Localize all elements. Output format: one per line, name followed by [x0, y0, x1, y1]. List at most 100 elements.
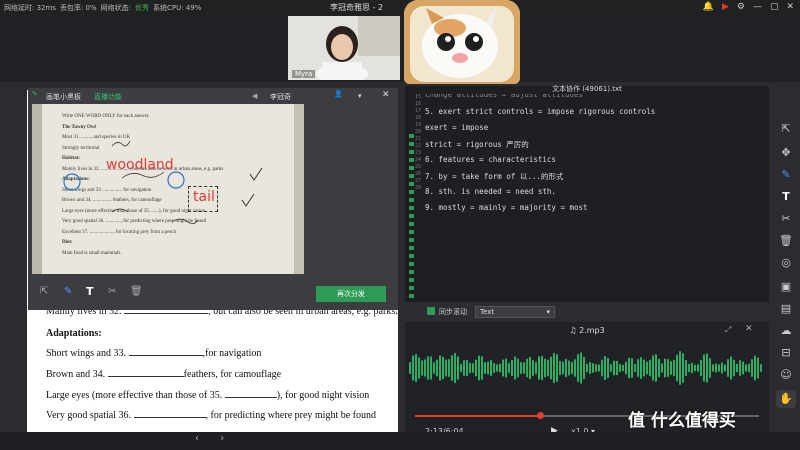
student-video[interactable]: Myra [288, 16, 400, 80]
waveform-bar [625, 361, 627, 375]
code-line[interactable]: strict = rigorous 严厉的 [425, 139, 529, 150]
next-page-button[interactable]: › [220, 433, 224, 444]
format-select-value: Text [480, 308, 495, 316]
sync-checkbox[interactable] [427, 307, 435, 315]
scissors-icon[interactable]: ✂ [108, 286, 116, 297]
answer-blank-35[interactable] [224, 397, 277, 398]
waveform-bar [694, 364, 696, 372]
dropdown-icon[interactable]: ▾ [358, 92, 362, 100]
waveform-bar [682, 353, 684, 383]
waveform-bar [478, 355, 480, 381]
close-icon[interactable]: ✕ [786, 2, 794, 13]
pen-icon[interactable]: ✎ [776, 166, 796, 184]
waveform-bar [619, 364, 621, 372]
doc-line-34: Brown and 34. feathers, for camouflage [46, 369, 281, 380]
waveform-bar [637, 359, 639, 377]
minimize-icon[interactable]: — [753, 2, 762, 13]
gear-icon[interactable]: ⚙ [737, 2, 745, 13]
waveform-bar [748, 363, 750, 373]
record-icon[interactable]: ▶ [722, 2, 729, 13]
doc-text: Large eyes (more effective than those of… [46, 390, 223, 401]
pointer-icon[interactable]: ⇱ [776, 120, 796, 138]
hand-icon[interactable]: ✋ [776, 390, 796, 408]
toolbox-icon[interactable]: ⊟ [776, 344, 796, 362]
select-tool-icon[interactable]: ⇱ [40, 286, 48, 297]
answer-blank-34[interactable] [107, 376, 184, 377]
code-line[interactable]: 7. by = take form of 以...的形式 [425, 171, 563, 182]
move-icon[interactable]: ✥ [776, 144, 796, 162]
waveform-bar [664, 358, 666, 378]
waveform-bar [640, 357, 642, 379]
close-audio-icon[interactable]: ✕ [745, 324, 753, 334]
code-line[interactable]: exert = impose [425, 123, 488, 132]
scissors-icon[interactable]: ✂ [776, 210, 796, 228]
teacher-video[interactable] [404, 0, 520, 84]
prev-page-button[interactable]: ‹ [195, 433, 199, 444]
pen-tool-icon[interactable]: ✎ [64, 286, 72, 297]
code-line[interactable]: 9. mostly = mainly = majority = most [425, 203, 588, 212]
code-line[interactable]: 8. sth. is needed = need sth. [425, 187, 556, 196]
sync-label: 同步滚动 [439, 308, 467, 316]
doc-text: Very good spatial 36. [46, 410, 131, 421]
expand-icon[interactable]: ⤢ [725, 325, 731, 335]
waveform-bar [700, 359, 702, 377]
waveform-bar [643, 359, 645, 377]
waveform-bar [622, 364, 624, 372]
doc-text: feathers, for camouflage [183, 369, 282, 380]
waveform-bar [499, 363, 501, 373]
waveform-bar [583, 356, 585, 380]
waveform-bar [496, 364, 498, 372]
waveform-bar [724, 364, 726, 372]
window-title: 李冠奇雅思 - 2 [330, 3, 384, 12]
answer-blank-36[interactable] [133, 417, 206, 418]
maximize-icon[interactable]: ▢ [770, 2, 779, 13]
waveform-bar [655, 354, 657, 382]
doc-line-35: Large eyes (more effective than those of… [46, 390, 369, 401]
audio-filename: 2.mp3 [579, 326, 605, 335]
trash-icon[interactable]: 🗑 [130, 286, 143, 297]
waveform-bar [610, 364, 612, 372]
trash-icon[interactable]: 🗑 [776, 232, 796, 250]
waveform-bar [715, 363, 717, 373]
waveform-bar [550, 356, 552, 380]
prev-icon[interactable]: ◀ [252, 92, 257, 100]
waveform-bar [511, 359, 513, 377]
waveform-bar [574, 359, 576, 377]
answer-blank-33[interactable] [128, 355, 203, 356]
student-name: Myra [292, 70, 316, 78]
doc-text: Short wings and 33. [46, 348, 126, 359]
bell-icon[interactable]: 🔔 [703, 2, 714, 13]
waveform-bar [409, 362, 411, 374]
answer-blank-32[interactable] [124, 313, 209, 314]
whiteboard-header: ✎ 画笔小黑板 直播功能 ◀ 李冠奇 👤 ▾ ✕ [28, 88, 398, 104]
users-icon[interactable]: ☺ [776, 366, 796, 384]
document-icon[interactable]: ▤ [776, 300, 796, 318]
waveform-bar [442, 356, 444, 380]
code-line[interactable]: 6. features = characteristics [425, 155, 556, 164]
waveform-bar [649, 359, 651, 377]
waveform-bar [613, 360, 615, 376]
waveform-bar [646, 361, 648, 375]
cloud-icon[interactable]: ☁ [776, 322, 796, 340]
user-icon[interactable]: 👤 [334, 90, 343, 98]
text-icon[interactable]: T [776, 188, 796, 206]
teacher-name: 李冠奇 [270, 93, 291, 101]
waveform-bar [691, 362, 693, 374]
worksheet-photo[interactable]: Write ONE WORD ONLY for each answer. The… [32, 104, 304, 274]
text-tool-icon[interactable]: T [86, 285, 94, 298]
code-line[interactable]: 5. exert strict controls = impose rigoro… [425, 107, 655, 116]
waveform-bar [754, 355, 756, 381]
line-number: 19 [414, 122, 421, 128]
network-state-value: 优秀 [135, 4, 150, 12]
close-whiteboard-icon[interactable]: ✕ [382, 90, 390, 100]
status-bar: 网络延时: 32ms 丢包率: 0% 网络状态: 优秀 系统CPU: 49% [0, 0, 800, 16]
format-select[interactable]: Text ▾ [475, 306, 555, 318]
waveform-bar [595, 364, 597, 372]
image-icon[interactable]: ▣ [776, 278, 796, 296]
progress-knob[interactable] [536, 412, 544, 419]
waveform-bar [529, 356, 531, 380]
laser-icon[interactable]: ◎ [776, 254, 796, 272]
resend-button[interactable]: 再次分发 [316, 286, 386, 302]
waveform-bar [427, 356, 429, 380]
waveform-bar [514, 356, 516, 380]
